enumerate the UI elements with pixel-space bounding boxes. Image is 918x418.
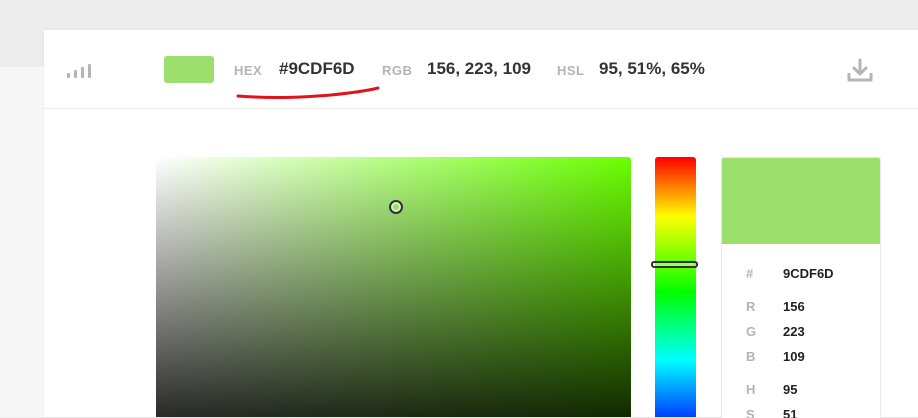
- hex-label: HEX: [234, 63, 263, 78]
- panel-r-label: R: [746, 299, 756, 314]
- selected-color-swatch: [164, 56, 214, 83]
- hue-slider[interactable]: [655, 157, 696, 417]
- panel-row-s: S 51: [722, 407, 880, 418]
- panel-hex-label: #: [746, 266, 754, 281]
- panel-r-value[interactable]: 156: [783, 299, 805, 314]
- panel-h-value[interactable]: 95: [783, 382, 797, 397]
- hsl-value[interactable]: 95, 51%, 65%: [599, 59, 705, 79]
- panel-row-g: G 223: [722, 324, 880, 342]
- panel-s-value[interactable]: 51: [783, 407, 797, 418]
- saturation-value-area[interactable]: [156, 157, 631, 417]
- panel-b-label: B: [746, 349, 756, 364]
- panel-s-label: S: [746, 407, 755, 418]
- hsl-label: HSL: [557, 63, 585, 78]
- panel-hex-value[interactable]: 9CDF6D: [783, 266, 834, 281]
- red-underline-annotation: [236, 86, 380, 100]
- panel-row-b: B 109: [722, 349, 880, 367]
- color-header: HEX #9CDF6D RGB 156, 223, 109 HSL 95, 51…: [44, 30, 918, 109]
- color-picker-card: HEX #9CDF6D RGB 156, 223, 109 HSL 95, 51…: [44, 30, 918, 418]
- bars-icon[interactable]: [67, 64, 93, 78]
- panel-g-value[interactable]: 223: [783, 324, 805, 339]
- panel-row-r: R 156: [722, 299, 880, 317]
- panel-row-h: H 95: [722, 382, 880, 400]
- panel-b-value[interactable]: 109: [783, 349, 805, 364]
- rgb-label: RGB: [382, 63, 413, 78]
- saturation-cursor[interactable]: [389, 200, 403, 214]
- color-values-panel: # 9CDF6D R 156 G 223 B 109 H 95 S 51: [721, 157, 881, 418]
- panel-row-hex: # 9CDF6D: [722, 266, 880, 284]
- panel-g-label: G: [746, 324, 757, 339]
- panel-color-swatch: [722, 158, 880, 244]
- panel-h-label: H: [746, 382, 756, 397]
- rgb-value[interactable]: 156, 223, 109: [427, 59, 531, 79]
- download-icon[interactable]: [845, 58, 875, 84]
- hex-value[interactable]: #9CDF6D: [279, 59, 355, 79]
- page-background-left: [0, 67, 44, 417]
- hue-slider-handle[interactable]: [651, 261, 698, 268]
